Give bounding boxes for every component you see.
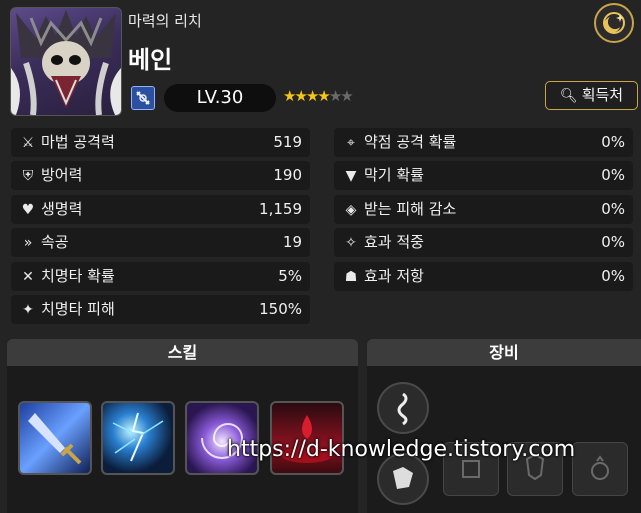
stat-weakness-attack: ⌖ 약점 공격 확률 0% — [334, 128, 633, 157]
stat-value: 0% — [601, 133, 625, 151]
star-filled-icon: ★ — [283, 87, 297, 105]
stat-defense: ⛨ 방어력 190 — [11, 161, 310, 190]
stat-label: 효과 적중 — [364, 233, 424, 251]
stat-label: 방어력 — [41, 166, 83, 184]
stat-effect-hit: ✧ 효과 적중 0% — [334, 228, 633, 257]
stat-value: 0% — [601, 200, 625, 218]
star-filled-icon: ★ — [317, 87, 331, 105]
star-empty-icon: ★ — [328, 87, 343, 105]
mage-class-icon — [131, 86, 155, 110]
equip-slot-weapon[interactable] — [377, 382, 429, 434]
acquire-source-button[interactable]: 🔍︎ 획득처 — [545, 81, 638, 110]
acquire-source-label: 획득처 — [581, 86, 624, 104]
stat-crit-rate: ✕ 치명타 확률 5% — [11, 262, 310, 291]
stat-damage-reduction: ◈ 받는 피해 감소 0% — [334, 195, 633, 224]
hero-portrait — [10, 7, 122, 116]
stat-label: 치명타 피해 — [41, 300, 115, 318]
stat-label: 속공 — [41, 233, 69, 251]
shield-icon: ⛨ — [22, 168, 34, 184]
speed-icon: » — [23, 235, 33, 251]
stat-value: 0% — [601, 166, 625, 184]
hero-level: LV.30 — [164, 84, 276, 112]
stat-effect-resist: ☗ 효과 저항 0% — [334, 262, 633, 291]
equipment-panel: 장비 — [367, 339, 641, 513]
stat-speed: » 속공 19 — [11, 228, 310, 257]
dagger-skill-icon — [28, 413, 82, 465]
skill-panel: 스킬 — [7, 339, 358, 513]
equip-slot-ring[interactable] — [572, 442, 628, 496]
stat-label: 마법 공격력 — [41, 133, 115, 151]
star-rating: ★★★★★★ — [283, 87, 354, 105]
skill-slot-2[interactable] — [101, 401, 175, 475]
stat-health: ♥ 생명력 1,159 — [11, 195, 310, 224]
stat-label: 치명타 확률 — [41, 267, 115, 285]
star-filled-icon: ★ — [294, 87, 308, 105]
lich-portrait-art — [11, 10, 121, 115]
block-icon: ▼ — [345, 168, 357, 184]
stat-value: 1,159 — [259, 200, 302, 218]
skill-panel-title: 스킬 — [7, 339, 358, 366]
stat-label: 받는 피해 감소 — [364, 200, 457, 218]
stat-value: 0% — [601, 233, 625, 251]
stat-label: 막기 확률 — [364, 166, 424, 184]
crit-damage-icon: ✦ — [22, 302, 34, 318]
stat-crit-damage: ✦ 치명타 피해 150% — [11, 295, 310, 324]
lightning-hand-skill-icon — [112, 412, 164, 462]
stat-label: 생명력 — [41, 200, 83, 218]
stat-value: 5% — [278, 267, 302, 285]
stat-label: 약점 공격 확률 — [364, 133, 457, 151]
sun-moon-icon[interactable] — [594, 3, 634, 43]
stat-value: 150% — [259, 300, 302, 318]
hero-name: 베인 — [128, 46, 173, 74]
effect-resist-icon: ☗ — [344, 269, 358, 285]
broken-rune-icon — [393, 467, 413, 489]
crosshair-icon: ⌖ — [347, 135, 355, 151]
skill-slot-1[interactable] — [18, 401, 92, 475]
search-icon: 🔍︎ — [559, 88, 578, 104]
damage-reduction-icon: ◈ — [345, 202, 357, 218]
star-empty-icon: ★ — [340, 87, 354, 105]
equipment-panel-title: 장비 — [367, 339, 641, 366]
magic-attack-icon: ⚔ — [21, 135, 35, 151]
stat-value: 519 — [273, 133, 302, 151]
rune-figure-icon — [397, 392, 408, 426]
watermark-text: https://d-knowledge.tistory.com — [227, 437, 576, 462]
stat-value: 190 — [273, 166, 302, 184]
crit-rate-icon: ✕ — [22, 269, 34, 285]
heart-icon: ♥ — [21, 202, 35, 218]
ring-slot-icon — [591, 455, 609, 480]
stat-label: 효과 저항 — [364, 267, 424, 285]
stat-magic-attack: ⚔ 마법 공격력 519 — [11, 128, 310, 157]
star-filled-icon: ★ — [305, 87, 320, 105]
stat-value: 0% — [601, 267, 625, 285]
stat-block-rate: ▼ 막기 확률 0% — [334, 161, 633, 190]
effect-hit-icon: ✧ — [345, 235, 357, 251]
hero-subtitle: 마력의 리치 — [128, 12, 202, 30]
stat-value: 19 — [282, 233, 302, 251]
